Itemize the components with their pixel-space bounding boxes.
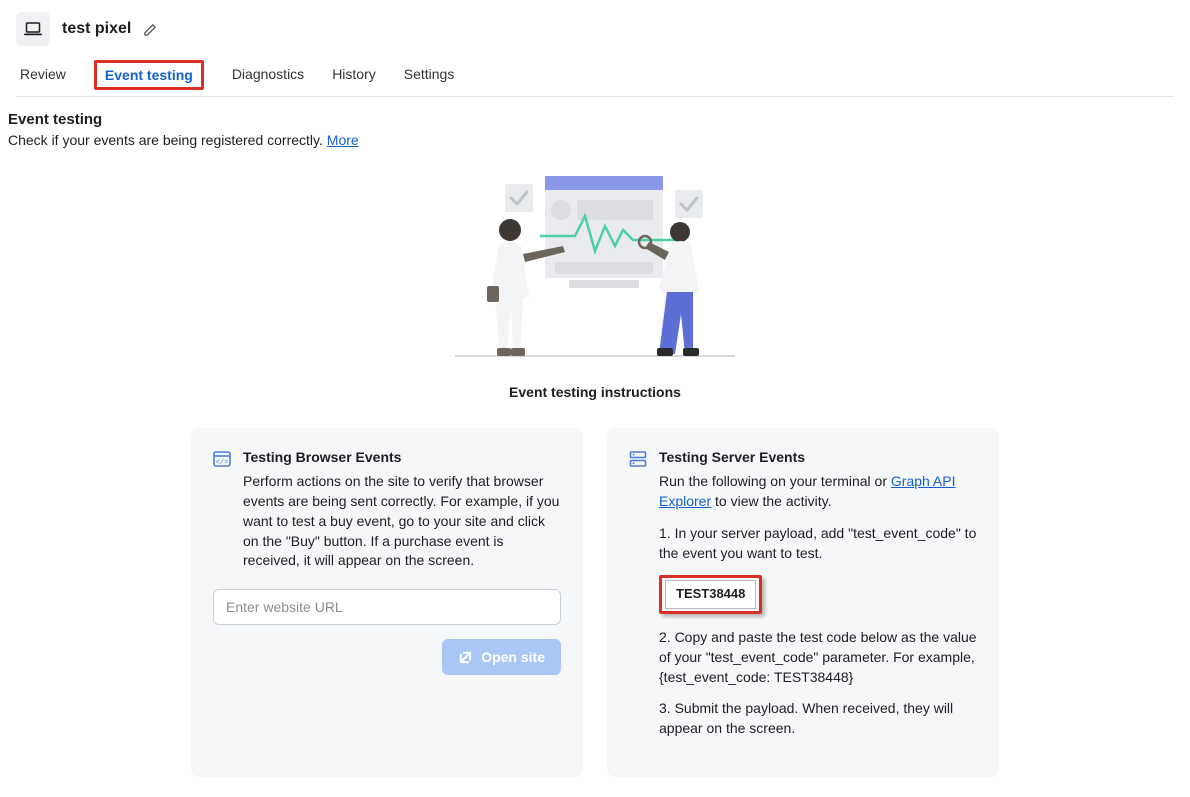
server-card-step1: 1. In your server payload, add "test_eve… xyxy=(659,524,977,564)
pencil-icon xyxy=(143,22,158,37)
tab-review[interactable]: Review xyxy=(20,60,66,96)
server-events-card: Testing Server Events Run the following … xyxy=(607,428,999,777)
server-intro-prefix: Run the following on your terminal or xyxy=(659,473,891,489)
section-title: Event testing xyxy=(8,111,1182,128)
browser-card-body: Perform actions on the site to verify th… xyxy=(243,472,561,571)
test-code-highlight: TEST38448 xyxy=(659,575,762,613)
svg-text:</>: </> xyxy=(216,459,229,467)
tab-event-testing[interactable]: Event testing xyxy=(94,60,204,90)
instructions-illustration xyxy=(445,166,745,366)
open-external-icon xyxy=(458,650,473,665)
more-link[interactable]: More xyxy=(327,132,359,148)
server-card-intro: Run the following on your terminal or Gr… xyxy=(659,472,977,512)
browser-tag-icon: </> xyxy=(213,450,231,468)
edit-title-button[interactable] xyxy=(143,22,158,37)
open-site-button[interactable]: Open site xyxy=(442,639,561,675)
test-event-code[interactable]: TEST38448 xyxy=(665,580,756,608)
tab-diagnostics[interactable]: Diagnostics xyxy=(232,60,304,96)
illustration-caption: Event testing instructions xyxy=(8,384,1182,400)
website-url-input[interactable] xyxy=(213,589,561,625)
browser-events-card: </> Testing Browser Events Perform actio… xyxy=(191,428,583,777)
server-card-title: Testing Server Events xyxy=(659,448,977,468)
tab-bar: Review Event testing Diagnostics History… xyxy=(16,46,1174,97)
server-card-step2: 2. Copy and paste the test code below as… xyxy=(659,628,977,688)
section-subtitle-text: Check if your events are being registere… xyxy=(8,132,327,148)
section-subtitle: Check if your events are being registere… xyxy=(8,132,1182,148)
tab-settings[interactable]: Settings xyxy=(404,60,455,96)
server-card-step3: 3. Submit the payload. When received, th… xyxy=(659,699,977,739)
server-icon xyxy=(629,450,647,468)
laptop-icon xyxy=(24,22,42,36)
pixel-type-icon xyxy=(16,12,50,46)
server-intro-suffix: to view the activity. xyxy=(711,493,831,509)
open-site-button-label: Open site xyxy=(481,649,545,665)
page-title: test pixel xyxy=(62,20,131,38)
browser-card-title: Testing Browser Events xyxy=(243,448,561,468)
tab-history[interactable]: History xyxy=(332,60,376,96)
